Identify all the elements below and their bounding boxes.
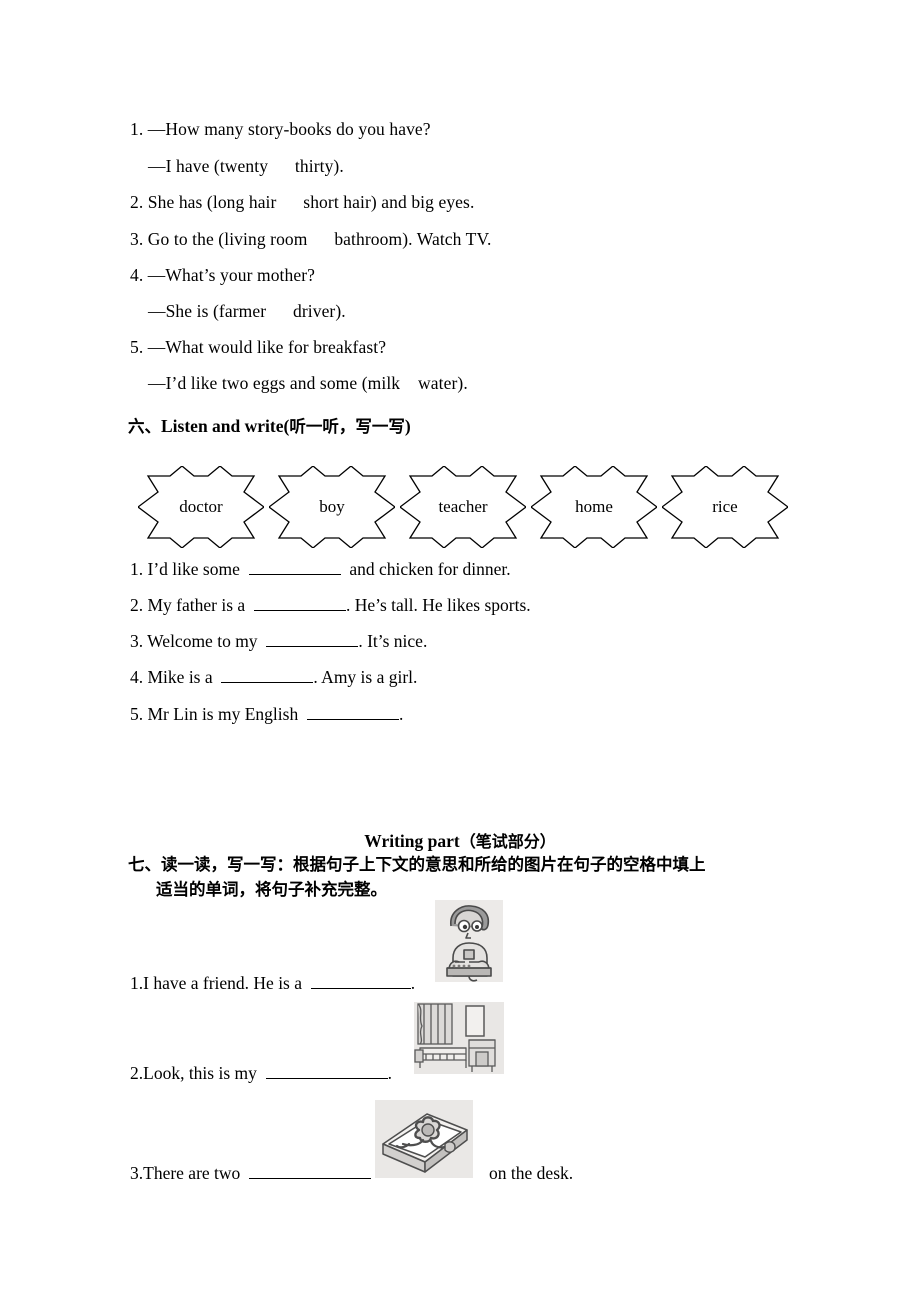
sentence-text-post: and chicken for dinner. <box>340 559 511 579</box>
word-bank-row: doctor boy teacher home rice <box>138 466 788 550</box>
listen-write-sentence-5: 5. Mr Lin is my English . <box>130 704 403 724</box>
sentence-text-post: . Amy is a girl. <box>313 667 418 687</box>
question-4-line-1: 4. —What’s your mother? <box>130 265 316 285</box>
listen-write-sentence-2: 2. My father is a . He’s tall. He likes … <box>130 595 531 615</box>
bedroom-icon <box>414 1002 504 1074</box>
question-4-line-2: —She is (farmer driver). <box>148 301 346 321</box>
answer-blank[interactable] <box>266 631 359 647</box>
answer-blank[interactable] <box>221 667 314 683</box>
word-bank-label: home <box>575 497 613 516</box>
answer-blank[interactable] <box>249 1163 372 1179</box>
instruction-line-1: 七、读一读，写一写：根据句子上下文的意思和所给的图片在句子的空格中填上 <box>128 855 706 874</box>
word-bank-label: doctor <box>179 497 223 516</box>
word-bank-item-teacher[interactable]: teacher <box>400 466 526 548</box>
section-six-number: 六、 <box>128 417 161 436</box>
word-bank-item-boy[interactable]: boy <box>269 466 395 548</box>
question-1-line-2: —I have (twenty thirty). <box>148 156 344 176</box>
writing-part-title-cn: （笔试部分） <box>459 832 556 851</box>
word-bank-item-home[interactable]: home <box>531 466 657 548</box>
answer-blank[interactable] <box>253 595 346 611</box>
answer-blank[interactable] <box>248 559 341 575</box>
question-2-line-1: 2. She has (long hair short hair) and bi… <box>130 192 475 212</box>
question-5-line-2: —I’d like two eggs and some (milk water)… <box>148 373 468 393</box>
picture-cartoon-boy <box>435 900 503 982</box>
writing-part-title-en: Writing part <box>364 831 460 851</box>
sentence-text-pre: 3. Welcome to my <box>130 631 267 651</box>
section-six-title-close: ) <box>404 416 411 436</box>
sentence-text-post: on the desk. <box>489 1163 574 1183</box>
section-six-heading: 六、Listen and write(听一听，写一写) <box>128 413 411 437</box>
word-bank-item-rice[interactable]: rice <box>662 466 788 548</box>
word-bank-item-doctor[interactable]: doctor <box>138 466 264 548</box>
sentence-text-pre: 2.Look, this is my <box>130 1063 266 1083</box>
word-bank-label: boy <box>319 497 345 516</box>
writing-sentence-2: 2.Look, this is my . <box>130 1063 392 1083</box>
question-3-line-1: 3. Go to the (living room bathroom). Wat… <box>130 229 492 249</box>
sentence-text-post: . <box>387 1063 393 1083</box>
writing-sentence-1: 1.I have a friend. He is a . <box>130 973 415 993</box>
sentence-text-pre: 1. I’d like some <box>130 559 249 579</box>
worksheet-page: 1. —How many story-books do you have? —I… <box>0 0 920 1302</box>
writing-part-instruction: 七、读一读，写一写：根据句子上下文的意思和所给的图片在句子的空格中填上适当的单词… <box>128 852 790 902</box>
section-six-title-en: Listen and write( <box>161 416 290 436</box>
sentence-text-pre: 3.There are two <box>130 1163 250 1183</box>
answer-blank[interactable] <box>310 973 411 989</box>
instruction-line-2: 适当的单词，将句子补充完整。 <box>156 880 387 899</box>
picture-bedroom <box>414 1002 504 1074</box>
listen-write-sentence-1: 1. I’d like some and chicken for dinner. <box>130 559 511 579</box>
sentence-text-post: . It’s nice. <box>358 631 428 651</box>
sentence-text-post: . <box>398 704 404 724</box>
sentence-text-pre: 4. Mike is a <box>130 667 222 687</box>
answer-blank[interactable] <box>265 1063 388 1079</box>
cartoon-boy-icon <box>435 900 503 982</box>
word-bank-label: teacher <box>438 497 488 516</box>
answer-blank[interactable] <box>306 704 399 720</box>
sentence-text-pre: 2. My father is a <box>130 595 254 615</box>
question-5-line-1: 5. —What would like for breakfast? <box>130 337 387 357</box>
listen-write-sentence-3: 3. Welcome to my . It’s nice. <box>130 631 427 651</box>
writing-part-title: Writing part（笔试部分） <box>0 828 920 852</box>
sentence-text-post: . <box>410 973 416 993</box>
question-1-line-1: 1. —How many story-books do you have? <box>130 119 431 139</box>
sentence-text-pre: 5. Mr Lin is my English <box>130 704 307 724</box>
word-bank-label: rice <box>712 497 738 516</box>
sentence-text-post: . He’s tall. He likes sports. <box>345 595 531 615</box>
sentence-text-pre: 1.I have a friend. He is a <box>130 973 311 993</box>
section-six-title-cn: 听一听，写一写 <box>289 417 405 436</box>
writing-sentence-3: 3.There are two on the desk. <box>130 1163 573 1183</box>
listen-write-sentence-4: 4. Mike is a . Amy is a girl. <box>130 667 417 687</box>
